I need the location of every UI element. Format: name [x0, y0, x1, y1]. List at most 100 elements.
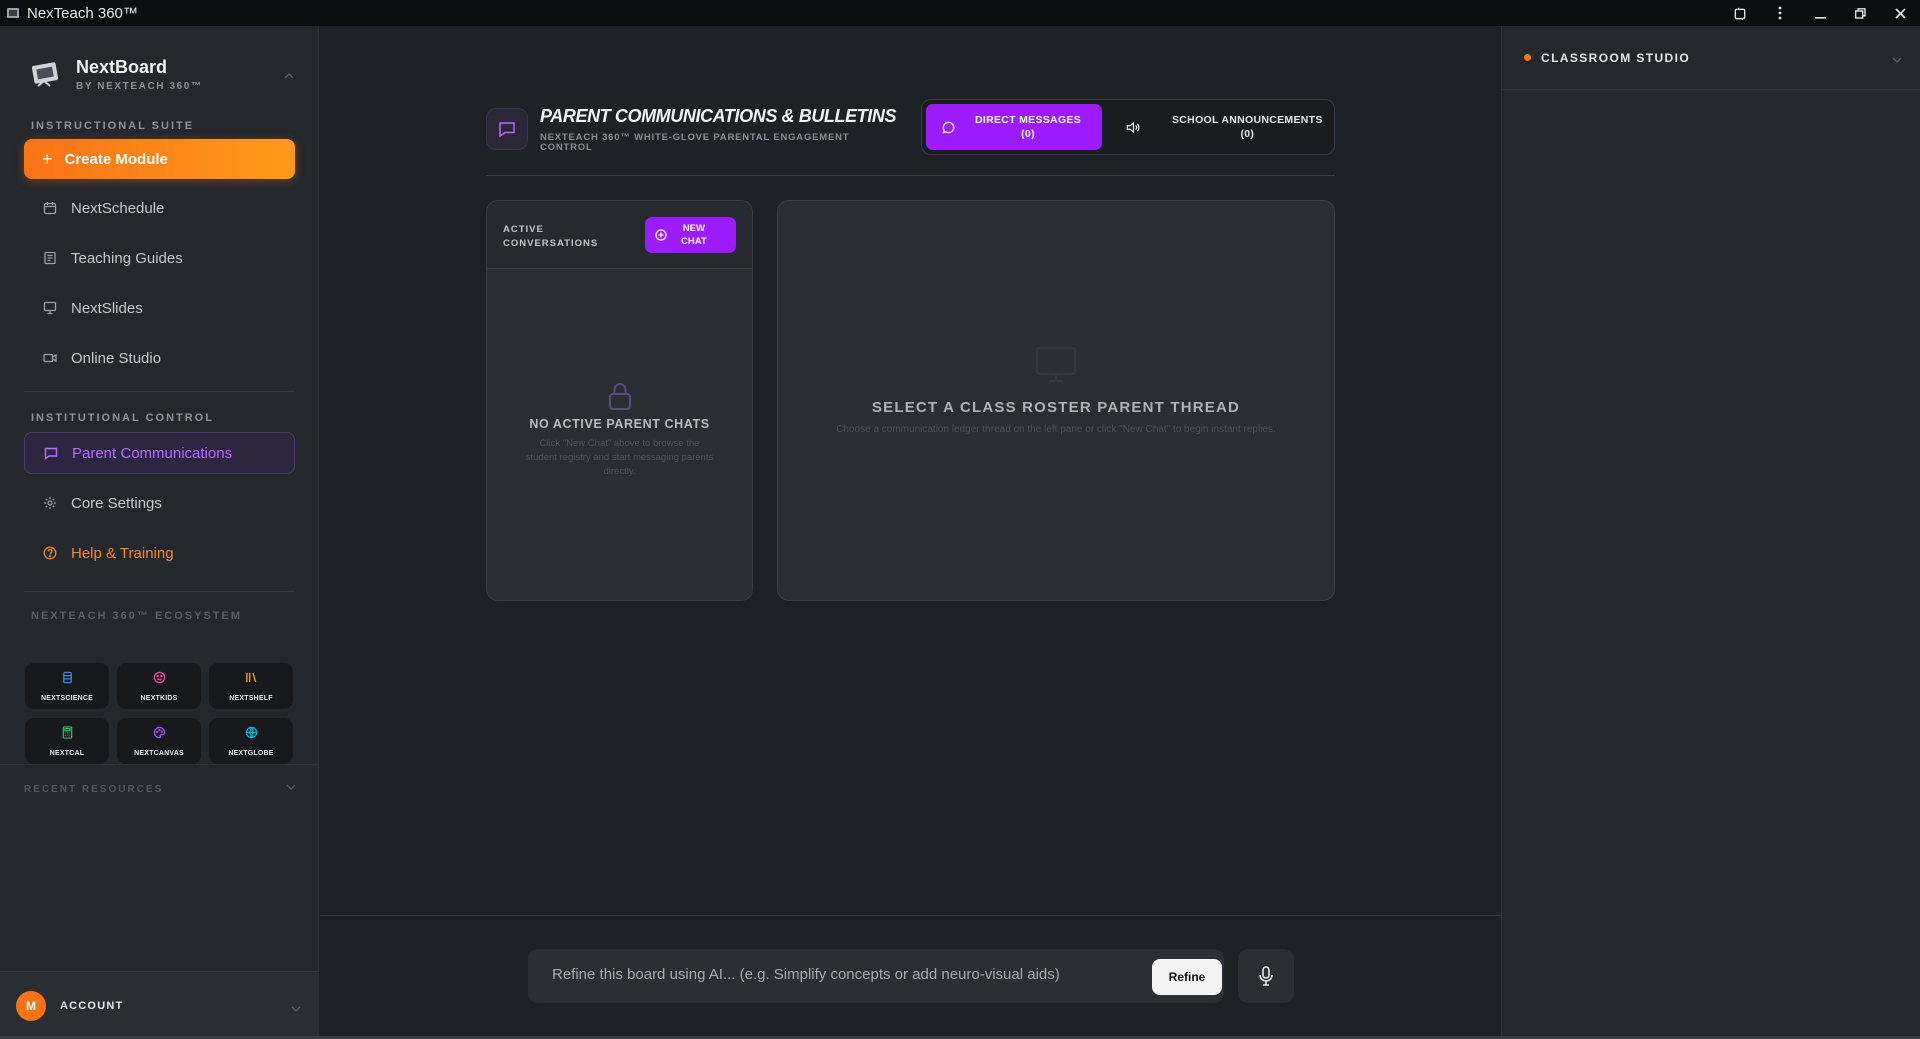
classroom-studio-title: CLASSROOM STUDIO [1541, 50, 1691, 65]
section-label-ecosystem: NEXTEACH 360™ ECOSYSTEM [31, 610, 243, 622]
tab-count: (0) [1021, 128, 1035, 140]
sidebar-item-core-settings[interactable]: Core Settings [24, 482, 295, 524]
conversations-header: ACTIVE CONVERSATIONS NEW CHAT [487, 201, 752, 269]
ecosystem-tile-nextglobe[interactable]: NEXTGLOBE [209, 718, 293, 764]
thread-title: SELECT A CLASS ROSTER PARENT THREAD [871, 399, 1241, 416]
ecosystem-label: NEXTSCIENCE [41, 694, 93, 702]
avatar: M [16, 990, 46, 1021]
sidebar: NextBoard BY NEXTEACH 360™ INSTRUCTIONAL… [0, 26, 319, 1039]
tab-direct-messages[interactable]: DIRECT MESSAGES (0) [926, 104, 1102, 150]
lock-icon [487, 381, 752, 411]
classroom-studio-header[interactable]: CLASSROOM STUDIO [1502, 26, 1920, 90]
monitor-icon [778, 345, 1334, 385]
ecosystem-tile-nextscience[interactable]: NEXTSCIENCE [25, 663, 109, 709]
section-label-recent: RECENT RESOURCES [24, 784, 164, 795]
sidebar-item-label: Online Studio [71, 349, 162, 367]
ecosystem-label: NEXTCAL [49, 749, 85, 757]
tab-label: DIRECT MESSAGES [975, 114, 1082, 126]
window-titlebar: NexTeach 360™ [0, 0, 1920, 26]
brand-logo-icon [26, 54, 66, 94]
help-icon [42, 545, 58, 561]
section-label-instructional: INSTRUCTIONAL SUITE [31, 120, 195, 132]
ecosystem-tile-nextcanvas[interactable]: NEXTCANVAS [117, 718, 201, 764]
brand-header[interactable]: NextBoard BY NEXTEACH 360™ [26, 52, 294, 96]
create-module-button[interactable]: + Create Module [24, 139, 295, 179]
library-icon [245, 671, 258, 689]
sidebar-item-label: Core Settings [71, 494, 162, 512]
plus-icon: + [42, 148, 53, 169]
tab-count: (0) [1240, 128, 1255, 140]
thread-panel: SELECT A CLASS ROSTER PARENT THREAD Choo… [777, 200, 1335, 601]
more-options-icon[interactable] [1760, 0, 1800, 26]
thread-description: Choose a communication ledger thread on … [836, 424, 1276, 435]
extensions-icon[interactable] [1720, 0, 1760, 26]
sidebar-divider [24, 591, 295, 592]
sidebar-item-label: NextSlides [71, 299, 143, 317]
chat-bubble-icon [942, 121, 955, 134]
palette-icon [153, 726, 166, 744]
video-icon [42, 350, 58, 366]
account-label: ACCOUNT [60, 999, 124, 1012]
header-divider [486, 175, 1335, 176]
sidebar-item-teaching-guides[interactable]: Teaching Guides [24, 237, 295, 279]
globe-icon [245, 726, 258, 744]
presentation-icon [42, 300, 58, 316]
ecosystem-label: NEXTSHELF [229, 694, 273, 702]
gear-icon [42, 495, 58, 511]
message-icon [43, 445, 59, 461]
minimize-icon[interactable] [1800, 0, 1840, 26]
restore-icon[interactable] [1840, 0, 1880, 26]
refine-input[interactable] [552, 966, 1112, 983]
sidebar-item-label: Parent Communications [72, 444, 233, 462]
ecosystem-tile-nextshelf[interactable]: NEXTSHELF [209, 663, 293, 709]
app-logo-icon [5, 5, 21, 21]
classroom-studio-panel: CLASSROOM STUDIO [1501, 26, 1920, 1039]
sidebar-divider [0, 764, 319, 765]
ecosystem-grid: NEXTSCIENCE NEXTKIDS NEXTSHELF NEXTCAL N… [25, 663, 295, 764]
refine-button[interactable]: Refine [1152, 959, 1222, 995]
sidebar-item-label: NextSchedule [71, 199, 165, 217]
ecosystem-label: NEXTGLOBE [228, 749, 274, 757]
account-bar[interactable]: M ACCOUNT [0, 971, 319, 1039]
empty-description: Click "New Chat" above to browse the stu… [525, 438, 714, 477]
microphone-button[interactable] [1238, 949, 1294, 1003]
ecosystem-tile-nextkids[interactable]: NEXTKIDS [117, 663, 201, 709]
sidebar-item-nextslides[interactable]: NextSlides [24, 287, 295, 329]
sidebar-item-label: Help & Training [71, 544, 174, 562]
chevron-up-icon[interactable] [284, 66, 294, 84]
calendar-icon [42, 200, 58, 216]
recent-resources-toggle[interactable]: RECENT RESOURCES [24, 784, 296, 795]
main-bottom-divider [320, 915, 1501, 916]
refine-bar: Refine [528, 949, 1224, 1003]
sidebar-item-parent-communications[interactable]: Parent Communications [24, 432, 295, 474]
close-icon[interactable] [1880, 0, 1920, 26]
ecosystem-label: NEXTCANVAS [134, 749, 184, 757]
create-module-label: Create Module [64, 150, 168, 168]
calculator-icon [61, 725, 74, 744]
sidebar-item-nextschedule[interactable]: NextSchedule [24, 187, 295, 229]
thread-empty-state: SELECT A CLASS ROSTER PARENT THREAD Choo… [778, 345, 1334, 435]
page-subtitle: NEXTEACH 360™ WHITE-GLOVE PARENTAL ENGAG… [540, 132, 850, 153]
plus-circle-icon [655, 229, 667, 241]
ecosystem-tile-nextcal[interactable]: NEXTCAL [25, 718, 109, 764]
sidebar-divider [24, 391, 295, 392]
smile-icon [153, 671, 166, 689]
flask-icon [61, 671, 74, 689]
chevron-down-icon [1892, 50, 1902, 68]
window-title: NexTeach 360™ [27, 4, 138, 22]
conversations-panel: ACTIVE CONVERSATIONS NEW CHAT NO ACTIVE … [486, 200, 753, 601]
microphone-icon [1259, 966, 1273, 986]
message-icon [486, 108, 528, 150]
conversations-title: ACTIVE CONVERSATIONS [503, 224, 599, 249]
sidebar-item-online-studio[interactable]: Online Studio [24, 337, 295, 379]
new-chat-button[interactable]: NEW CHAT [645, 217, 736, 253]
window-controls [1720, 0, 1920, 26]
brand-name: NextBoard [76, 56, 168, 77]
page-title: PARENT COMMUNICATIONS & BULLETINS [540, 106, 897, 126]
chevron-down-icon [286, 784, 296, 790]
main-content: PARENT COMMUNICATIONS & BULLETINS NEXTEA… [320, 26, 1501, 1039]
message-tabs: DIRECT MESSAGES (0) SCHOOL ANNOUNCEMENTS… [921, 99, 1335, 155]
sidebar-item-help-training[interactable]: Help & Training [24, 532, 295, 574]
tab-school-announcements[interactable]: SCHOOL ANNOUNCEMENTS (0) [1110, 104, 1332, 150]
empty-title: NO ACTIVE PARENT CHATS [529, 417, 710, 431]
